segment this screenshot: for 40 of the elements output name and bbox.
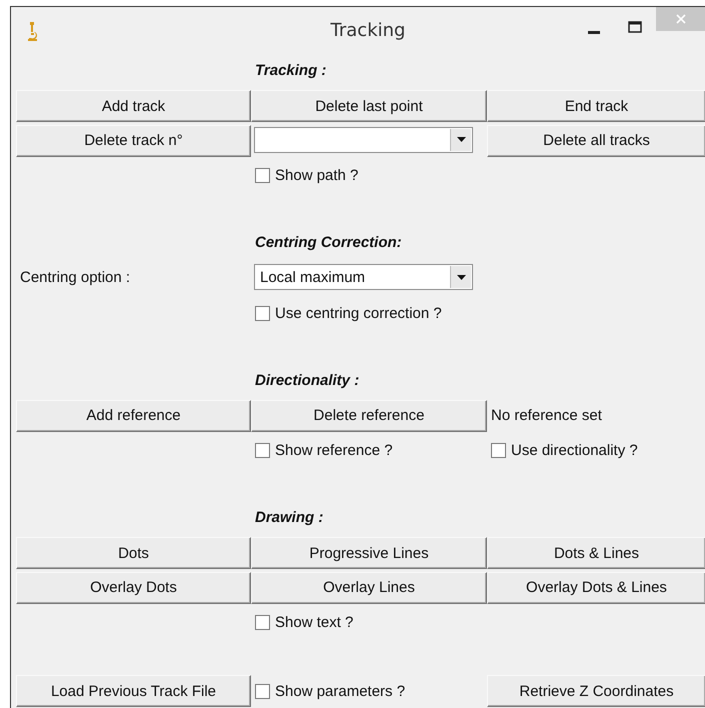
field-label: Centring option :: [20, 269, 130, 286]
checkbox-label[interactable]: Use directionality ?: [511, 442, 638, 460]
section-heading: Centring Correction:: [255, 234, 402, 251]
action-button[interactable]: Overlay Dots: [16, 572, 251, 604]
window-title: Tracking: [330, 20, 406, 41]
action-button[interactable]: Progressive Lines: [251, 537, 487, 570]
dropdown-arrow-icon[interactable]: [456, 137, 466, 142]
checkbox-label[interactable]: Use centring correction ?: [275, 304, 442, 322]
microscope-icon: [25, 20, 39, 42]
dropdown-arrow-icon[interactable]: [456, 274, 466, 280]
action-button[interactable]: Dots: [16, 537, 251, 570]
action-button[interactable]: Overlay Dots & Lines: [487, 572, 705, 604]
action-button[interactable]: Delete all tracks: [487, 124, 705, 157]
field-label: No reference set: [491, 406, 602, 424]
action-button[interactable]: Load Previous Track File: [16, 675, 251, 708]
checkbox-label[interactable]: Show path ?: [275, 167, 358, 184]
action-button[interactable]: End track: [487, 90, 705, 122]
action-button[interactable]: Add reference: [16, 400, 251, 432]
dropdown-field[interactable]: Local maximum: [254, 264, 473, 290]
checkbox[interactable]: [255, 306, 270, 321]
action-button[interactable]: Add track: [16, 90, 251, 122]
action-button[interactable]: Delete reference: [251, 400, 487, 432]
checkbox-label[interactable]: Show reference ?: [275, 442, 393, 460]
section-heading: Drawing :: [255, 509, 324, 526]
checkbox-label[interactable]: Show parameters ?: [275, 683, 406, 700]
action-button[interactable]: Dots & Lines: [487, 537, 705, 570]
action-button[interactable]: Delete last point: [251, 90, 487, 122]
checkbox[interactable]: [255, 168, 270, 184]
action-button[interactable]: Overlay Lines: [251, 572, 487, 604]
section-heading: Tracking :: [255, 62, 326, 79]
dropdown-field[interactable]: [254, 126, 473, 153]
action-button[interactable]: Delete track n°: [16, 124, 251, 157]
checkbox[interactable]: [255, 443, 270, 458]
checkbox[interactable]: [255, 684, 270, 700]
maximize-icon[interactable]: [628, 21, 642, 33]
section-heading: Directionality :: [255, 372, 360, 389]
action-button[interactable]: Retrieve Z Coordinates: [487, 675, 705, 708]
checkbox[interactable]: [491, 443, 506, 458]
checkbox-label[interactable]: Show text ?: [275, 614, 354, 632]
checkbox[interactable]: [255, 615, 270, 630]
